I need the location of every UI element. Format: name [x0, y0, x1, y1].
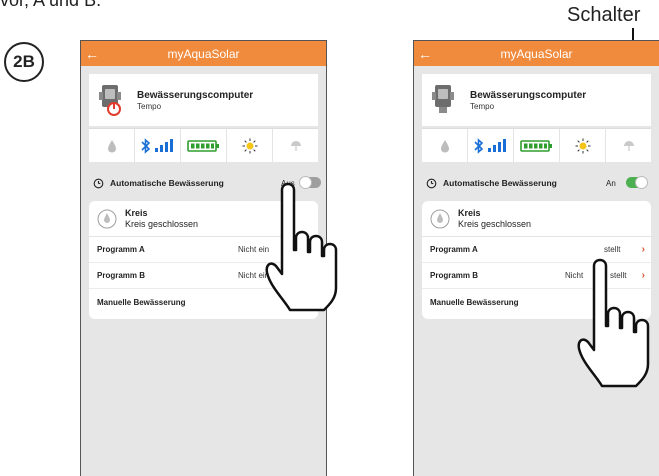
auto-irrigation-label: Automatische Bewässerung — [110, 178, 224, 188]
auto-irrigation-toggle[interactable] — [626, 176, 648, 189]
sun-icon — [227, 128, 273, 163]
circuit-title: Kreis — [125, 208, 148, 218]
intro-text: vor, A und B. — [0, 0, 102, 10]
device-card[interactable]: Bewässerungscomputer Tempo — [89, 74, 318, 126]
bluetooth-signal-icon — [468, 128, 514, 163]
circuit-title: Kreis — [458, 208, 481, 218]
phone-screen-left: ← myAquaSolar Bewässerungscomputer Tempo — [80, 40, 327, 476]
rain-sensor-icon — [606, 129, 651, 163]
device-name: Bewässerungscomputer — [470, 89, 587, 101]
auto-irrigation-state: Aus — [281, 178, 295, 188]
app-bar: ← myAquaSolar — [81, 41, 326, 66]
irrigation-computer-icon — [428, 82, 458, 118]
chevron-right-icon: › — [641, 244, 645, 255]
auto-irrigation-label: Automatische Bewässerung — [443, 178, 557, 188]
status-row — [89, 128, 318, 163]
program-a-row[interactable]: Programm A stellt › — [422, 237, 651, 263]
timer-icon — [93, 178, 104, 188]
circuit-status: Kreis geschlossen — [125, 219, 199, 229]
program-b-value: Nicht — [565, 271, 584, 280]
app-title: myAquaSolar — [500, 46, 573, 61]
manual-irrigation-row[interactable]: Manuelle Bewässerung — [422, 289, 651, 315]
circuit-status: Kreis geschlossen — [458, 219, 532, 229]
program-a-label: Programm A — [97, 245, 145, 254]
program-b-value: Nicht eing — [238, 271, 274, 280]
program-a-row[interactable]: Programm A Nicht ein — [89, 237, 318, 263]
status-row — [422, 128, 651, 163]
auto-irrigation-row: Automatische Bewässerung An — [414, 169, 659, 197]
circuit-card: Kreis Kreis geschlossen Programm A Nicht… — [89, 201, 318, 319]
bluetooth-signal-icon — [135, 128, 181, 163]
step-badge: 2B — [4, 42, 44, 82]
program-b-label: Programm B — [430, 271, 479, 280]
irrigation-computer-icon — [95, 82, 125, 118]
program-a-value: stellt — [604, 245, 621, 254]
device-name: Bewässerungscomputer — [137, 89, 254, 101]
circuit-drop-icon — [430, 209, 450, 228]
circuit-card: Kreis Kreis geschlossen Programm A stell… — [422, 201, 651, 319]
callout-label: Schalter — [567, 4, 641, 26]
water-drop-icon — [89, 128, 135, 163]
timer-icon — [426, 178, 437, 188]
device-model: Tempo — [470, 101, 495, 111]
manual-irrigation-label: Manuelle Bewässerung — [430, 297, 519, 307]
circuit-header[interactable]: Kreis Kreis geschlossen — [89, 201, 318, 237]
manual-irrigation-label: Manuelle Bewässerung — [97, 297, 186, 307]
chevron-right-icon: › — [308, 296, 312, 308]
app-bar: ← myAquaSolar — [414, 41, 659, 66]
program-b-value-tail: stellt — [610, 271, 627, 280]
circuit-drop-icon — [97, 209, 117, 228]
circuit-header[interactable]: Kreis Kreis geschlossen — [422, 201, 651, 237]
program-b-row[interactable]: Programm B Nicht eing — [89, 263, 318, 289]
program-a-value: Nicht ein — [238, 245, 270, 254]
auto-irrigation-state: An — [606, 178, 616, 188]
auto-irrigation-row: Automatische Bewässerung Aus — [81, 169, 326, 197]
manual-irrigation-row[interactable]: Manuelle Bewässerung › — [89, 289, 318, 315]
program-a-label: Programm A — [430, 245, 478, 254]
device-model: Tempo — [137, 101, 162, 111]
sun-icon — [560, 128, 606, 163]
chevron-right-icon: › — [641, 270, 645, 281]
water-drop-icon — [422, 128, 468, 163]
program-b-row[interactable]: Programm B Nicht stellt › — [422, 263, 651, 289]
rain-sensor-icon — [273, 129, 318, 163]
auto-irrigation-toggle[interactable] — [299, 176, 321, 189]
device-card[interactable]: Bewässerungscomputer Tempo — [422, 74, 651, 126]
battery-icon — [181, 128, 227, 163]
battery-icon — [514, 128, 560, 163]
phone-screen-right: ← myAquaSolar Bewässerungscomputer Tempo — [413, 40, 659, 476]
program-b-label: Programm B — [97, 271, 146, 280]
app-title: myAquaSolar — [167, 46, 240, 61]
